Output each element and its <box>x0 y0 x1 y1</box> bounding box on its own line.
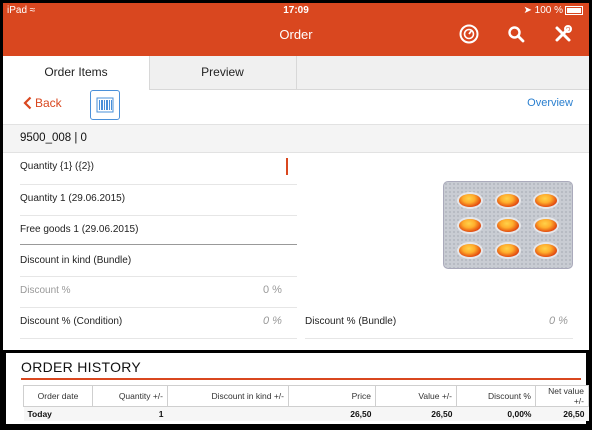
divider <box>20 184 297 185</box>
pill <box>459 194 481 207</box>
cell-discount-pct: 0,00% <box>456 406 536 421</box>
pill <box>535 194 557 207</box>
pill <box>459 219 481 232</box>
discount-pct-value[interactable]: 0 % <box>263 284 282 296</box>
pill <box>459 244 481 257</box>
col-discount-pct[interactable]: Discount % <box>456 385 536 407</box>
cell-price: 26,50 <box>288 406 376 421</box>
order-history-panel: ORDER HISTORY Order date Quantity +/- Di… <box>3 350 589 427</box>
divider <box>20 307 297 308</box>
barcode-scan-button[interactable] <box>90 90 120 120</box>
tab-order-items[interactable]: Order Items <box>3 56 150 90</box>
pill <box>535 219 557 232</box>
divider <box>20 338 297 339</box>
col-discount-kind[interactable]: Discount in kind +/- <box>167 385 289 407</box>
chevron-left-icon <box>23 96 32 110</box>
col-value[interactable]: Value +/- <box>375 385 457 407</box>
battery-icon <box>565 5 583 15</box>
barcode-icon <box>96 97 114 113</box>
tools-icon[interactable] <box>552 23 574 45</box>
cell-value: 26,50 <box>375 406 457 421</box>
tab-preview[interactable]: Preview <box>149 56 297 89</box>
divider <box>20 276 297 277</box>
discount-condition-label: Discount % (Condition) <box>20 316 123 327</box>
page-title: Order <box>279 27 313 42</box>
item-title-row: 9500_008 | 0 <box>3 124 589 153</box>
item-title: 9500_008 | 0 <box>20 132 87 144</box>
overview-link[interactable]: Overview <box>527 97 573 109</box>
cell-quantity: 1 <box>92 406 168 421</box>
discount-bundle-label: Discount % (Bundle) <box>305 316 397 327</box>
header-bar: iPad ≈ 17:09 ➤ 100 % Order <box>3 3 589 56</box>
divider <box>21 378 581 380</box>
col-price[interactable]: Price <box>288 385 376 407</box>
cell-discount-kind <box>167 406 289 421</box>
battery-indicator: ➤ 100 % <box>523 5 583 16</box>
quantity-field[interactable]: Quantity {1} ({2}) <box>20 161 94 172</box>
discount-condition-value[interactable]: 0 % <box>263 315 282 327</box>
pill <box>497 244 519 257</box>
cell-net-value: 26,50 <box>535 406 589 421</box>
discount-kind-field[interactable]: Discount in kind (Bundle) <box>20 255 131 266</box>
tab-bar: Order Items Preview <box>3 56 589 90</box>
pill <box>535 244 557 257</box>
order-history-table: Order date Quantity +/- Discount in kind… <box>23 385 589 421</box>
free-goods-field[interactable]: Free goods 1 (29.06.2015) <box>20 224 138 235</box>
divider <box>20 244 297 245</box>
col-quantity[interactable]: Quantity +/- <box>92 385 168 407</box>
table-header-row: Order date Quantity +/- Discount in kind… <box>23 385 589 407</box>
dashboard-icon[interactable] <box>458 23 480 45</box>
search-icon[interactable] <box>505 23 527 45</box>
divider <box>305 338 573 339</box>
discount-bundle-value[interactable]: 0 % <box>549 315 568 327</box>
divider <box>20 215 297 216</box>
app-frame: iPad ≈ 17:09 ➤ 100 % Order Order Items P… <box>3 3 589 427</box>
quantity1-field[interactable]: Quantity 1 (29.06.2015) <box>20 193 125 204</box>
discount-pct-label: Discount % <box>20 285 71 296</box>
cell-order-date: Today <box>23 406 93 421</box>
clock: 17:09 <box>283 5 309 16</box>
product-image <box>443 181 573 269</box>
col-net-value[interactable]: Net value +/- <box>535 385 589 407</box>
pill <box>497 219 519 232</box>
table-row[interactable]: Today 1 26,50 26,50 0,00% 26,50 <box>23 406 589 421</box>
back-button[interactable]: Back <box>23 96 62 110</box>
pill <box>497 194 519 207</box>
back-label: Back <box>35 96 62 110</box>
order-history-title: ORDER HISTORY <box>21 359 142 375</box>
text-cursor <box>286 158 288 175</box>
status-bar: iPad ≈ 17:09 ➤ 100 % <box>3 3 589 19</box>
col-order-date[interactable]: Order date <box>23 385 93 407</box>
